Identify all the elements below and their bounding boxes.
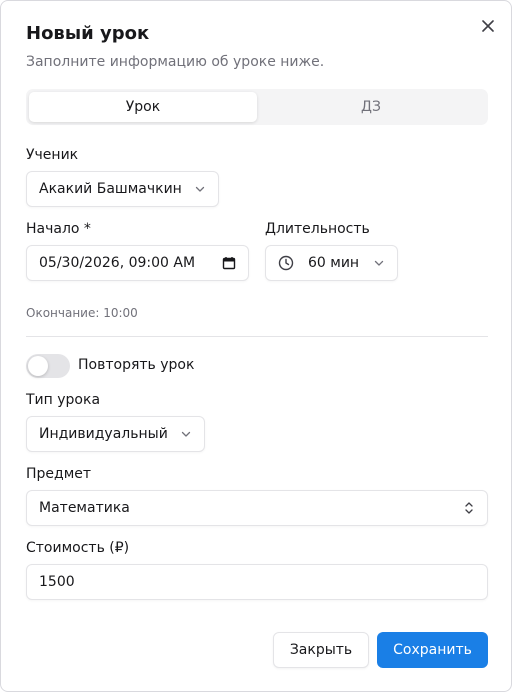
calendar-icon[interactable]	[222, 256, 236, 270]
close-button[interactable]: Закрыть	[273, 632, 369, 668]
price-input[interactable]: 1500	[26, 564, 488, 600]
duration-value: 60 мин	[308, 255, 360, 271]
end-time-hint: Окончание: 10:00	[26, 306, 138, 320]
duration-select[interactable]: 60 мин	[265, 245, 398, 281]
close-icon[interactable]	[477, 15, 499, 37]
price-label: Стоимость (₽)	[26, 540, 130, 556]
repeat-toggle[interactable]	[26, 354, 70, 378]
new-lesson-dialog: Новый урок Заполните информацию об уроке…	[0, 0, 512, 692]
student-value: Акакий Башмачкин	[39, 181, 182, 197]
chevron-down-icon	[373, 257, 385, 269]
start-datetime-input[interactable]: 05/30/2026, 09:00 AM	[26, 245, 249, 281]
student-label: Ученик	[26, 147, 79, 163]
tab-lesson[interactable]: Урок	[29, 92, 257, 122]
save-button[interactable]: Сохранить	[377, 632, 488, 668]
dialog-title: Новый урок	[26, 23, 150, 44]
chevron-down-icon	[194, 183, 206, 195]
repeat-toggle-label: Повторять урок	[78, 357, 195, 373]
tab-list: Урок ДЗ	[26, 89, 488, 125]
subject-select[interactable]: Математика	[26, 490, 488, 526]
lesson-type-select[interactable]: Индивидуальный	[26, 416, 205, 452]
price-value: 1500	[39, 574, 75, 590]
toggle-knob	[28, 356, 48, 376]
chevron-up-down-icon	[463, 501, 475, 515]
dialog-subtitle: Заполните информацию об уроке ниже.	[26, 54, 325, 70]
duration-label: Длительность	[265, 221, 370, 237]
subject-label: Предмет	[26, 466, 92, 482]
tab-homework[interactable]: ДЗ	[257, 92, 485, 122]
start-label: Начало *	[26, 221, 91, 237]
divider	[26, 336, 488, 337]
lesson-type-label: Тип урока	[26, 392, 101, 408]
start-value: 05/30/2026, 09:00 AM	[39, 255, 196, 271]
clock-icon	[278, 255, 294, 271]
subject-value: Математика	[39, 500, 130, 516]
chevron-down-icon	[180, 428, 192, 440]
lesson-type-value: Индивидуальный	[39, 426, 168, 442]
student-select[interactable]: Акакий Башмачкин	[26, 171, 219, 207]
